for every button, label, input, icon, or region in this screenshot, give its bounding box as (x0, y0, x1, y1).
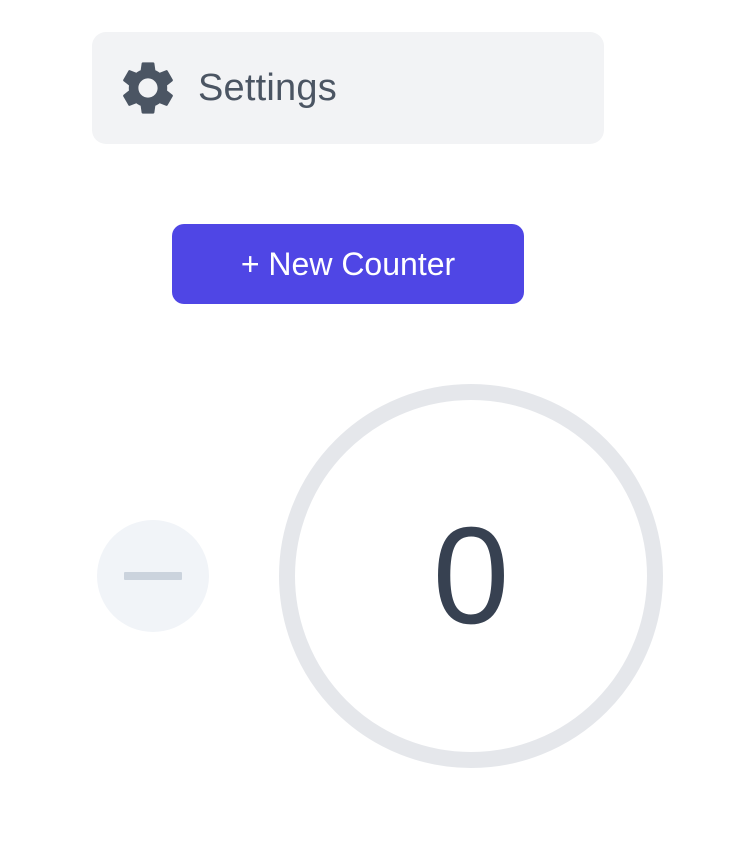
counter-value: 0 (432, 499, 510, 653)
settings-label: Settings (198, 66, 337, 109)
gear-icon (123, 62, 173, 114)
settings-button[interactable]: Settings (92, 32, 604, 144)
new-counter-button[interactable]: + New Counter (172, 224, 524, 304)
minus-icon (124, 572, 182, 580)
counter-display[interactable]: 0 (279, 384, 663, 768)
decrement-button[interactable] (97, 520, 209, 632)
